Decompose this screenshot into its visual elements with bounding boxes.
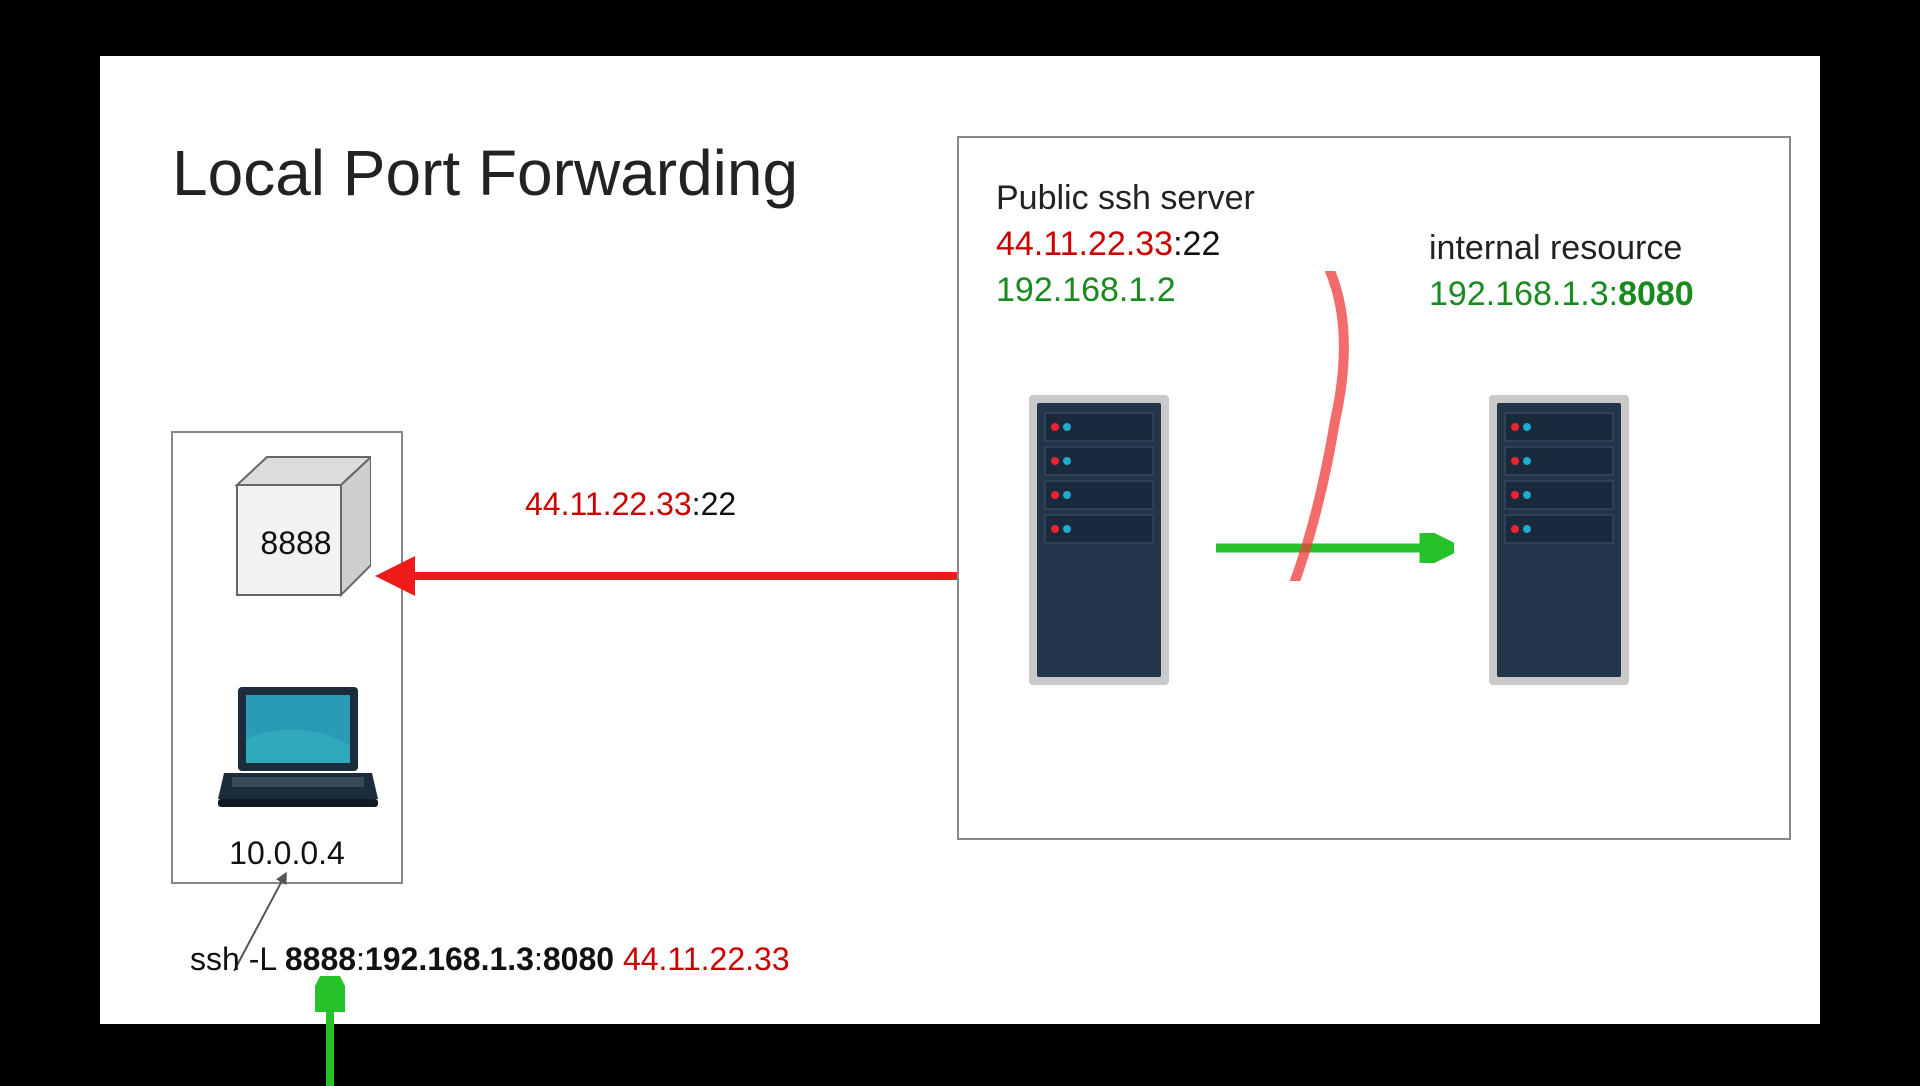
cmd-sep1: : — [356, 941, 365, 977]
local-port-cube-icon: 8888 — [221, 455, 371, 605]
cmd-local-port: 8888 — [285, 941, 356, 977]
cmd-space — [614, 941, 623, 977]
ssh-connection-port: :22 — [692, 486, 736, 522]
ssh-command: ssh -L 8888:192.168.1.3:8080 44.11.22.33 — [190, 941, 790, 978]
local-port-label: 8888 — [221, 525, 371, 562]
arrow-laptop-to-port-icon — [315, 976, 345, 1086]
ssh-server-icon — [1029, 395, 1169, 685]
laptop-icon — [218, 687, 378, 817]
slide-canvas: Local Port Forwarding 8888 — [100, 56, 1820, 1024]
cmd-target: 44.11.22.33 — [623, 941, 790, 977]
ssh-connection-arrow-icon — [375, 546, 1055, 606]
internal-resource-port: 8080 — [1618, 275, 1694, 313]
internal-resource-labels: internal resource 192.168.1.3:8080 — [1429, 226, 1694, 318]
ssh-server-public-port: :22 — [1173, 225, 1220, 263]
remote-network-box: Public ssh server 44.11.22.33:22 192.168… — [957, 136, 1791, 840]
internal-resource-name: internal resource — [1429, 226, 1694, 272]
cmd-dest-host: 192.168.1.3 — [365, 941, 534, 977]
slide-title: Local Port Forwarding — [172, 136, 798, 210]
ssh-server-public-ip: 44.11.22.33 — [996, 225, 1173, 263]
internal-resource-server-icon — [1489, 395, 1629, 685]
ssh-connection-label: 44.11.22.33:22 — [525, 486, 736, 523]
ssh-server-labels: Public ssh server 44.11.22.33:22 192.168… — [996, 176, 1255, 314]
forward-arrow-icon — [1214, 533, 1454, 563]
ssh-server-name: Public ssh server — [996, 176, 1255, 222]
cmd-sep2: : — [534, 941, 543, 977]
client-host-box: 8888 10.0.0.4 — [171, 431, 403, 884]
cmd-prefix: ssh -L — [190, 941, 285, 977]
ssh-server-private-ip: 192.168.1.2 — [996, 268, 1255, 314]
ssh-connection-ip: 44.11.22.33 — [525, 486, 692, 522]
internal-resource-ip: 192.168.1.3: — [1429, 275, 1618, 313]
client-ip-label: 10.0.0.4 — [173, 835, 401, 872]
cmd-dest-port: 8080 — [543, 941, 614, 977]
